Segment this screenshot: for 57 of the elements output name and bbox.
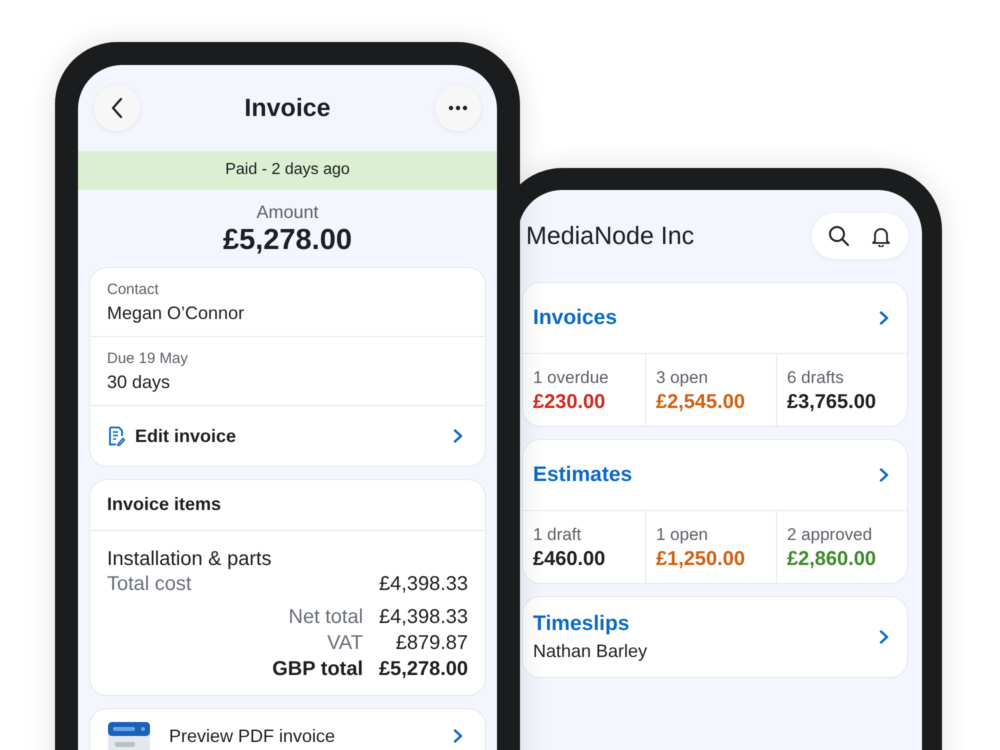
stat-amount: £460.00 (533, 548, 606, 571)
stat-amount: £3,765.00 (787, 391, 877, 414)
status-banner: Paid - 2 days ago (78, 151, 497, 190)
stat-cell[interactable]: 1 open £1,250.00 (645, 511, 776, 583)
field-label: Due 19 May (107, 350, 189, 367)
field-value: 30 days (107, 372, 172, 393)
field-label: Contact (107, 281, 160, 298)
preview-pdf-row[interactable]: Preview PDF invoice (89, 708, 486, 750)
field-value: Megan O’Connor (107, 303, 246, 324)
total-label: Net total (288, 606, 364, 629)
stat-label: 1 open (656, 525, 709, 545)
back-button[interactable] (94, 85, 140, 131)
total-value: £879.87 (396, 632, 468, 655)
stat-cell[interactable]: 1 draft £460.00 (523, 511, 645, 583)
section-subtitle: Nathan Barley (533, 641, 648, 662)
stat-label: 6 drafts (787, 368, 845, 388)
section-header[interactable]: Timeslips Nathan Barley (523, 597, 907, 677)
more-icon (448, 105, 468, 111)
more-button[interactable] (435, 85, 481, 131)
section-header[interactable]: Estimates (523, 440, 907, 511)
edit-invoice-row[interactable]: Edit invoice (90, 406, 485, 466)
section-header[interactable]: Invoices (523, 283, 907, 354)
stat-label: 3 open (656, 368, 709, 388)
stat-cell[interactable]: 1 overdue £230.00 (523, 354, 645, 426)
amount-value: £5,278.00 (222, 224, 353, 257)
card-title: Invoice items (90, 480, 485, 531)
stat-label: 1 draft (533, 525, 582, 545)
app-title: MediaNode Inc (526, 222, 694, 250)
cost-label: Total cost (107, 573, 192, 596)
search-icon (828, 225, 850, 247)
pdf-document-icon (107, 721, 151, 750)
total-label: GBP total (272, 658, 364, 681)
chevron-right-icon (453, 729, 463, 743)
stat-label: 1 overdue (533, 368, 610, 388)
stat-label: 2 approved (787, 525, 874, 545)
stat-cell[interactable]: 2 approved £2,860.00 (776, 511, 907, 583)
stat-amount: £2,545.00 (656, 391, 746, 414)
edit-document-icon (107, 426, 125, 446)
stat-amount: £230.00 (533, 391, 606, 414)
chevron-right-icon (879, 468, 889, 482)
total-label: VAT (327, 632, 364, 655)
total-value: £4,398.33 (379, 606, 468, 629)
section-title: Timeslips (533, 612, 630, 636)
chevron-right-icon (453, 429, 463, 443)
stat-amount: £1,250.00 (656, 548, 746, 571)
chevron-right-icon (879, 630, 889, 644)
stat-cell[interactable]: 3 open £2,545.00 (645, 354, 776, 426)
amount-label: Amount (255, 202, 320, 223)
total-value: £5,278.00 (379, 658, 468, 681)
screen-title: Invoice (244, 94, 331, 122)
cost-value: £4,398.33 (379, 573, 468, 596)
back-icon (110, 97, 124, 119)
bell-icon (870, 225, 892, 247)
chevron-right-icon (879, 311, 889, 325)
item-name: Installation & parts (107, 548, 273, 571)
stat-amount: £2,860.00 (787, 548, 877, 571)
stat-cell[interactable]: 6 drafts £3,765.00 (776, 354, 907, 426)
